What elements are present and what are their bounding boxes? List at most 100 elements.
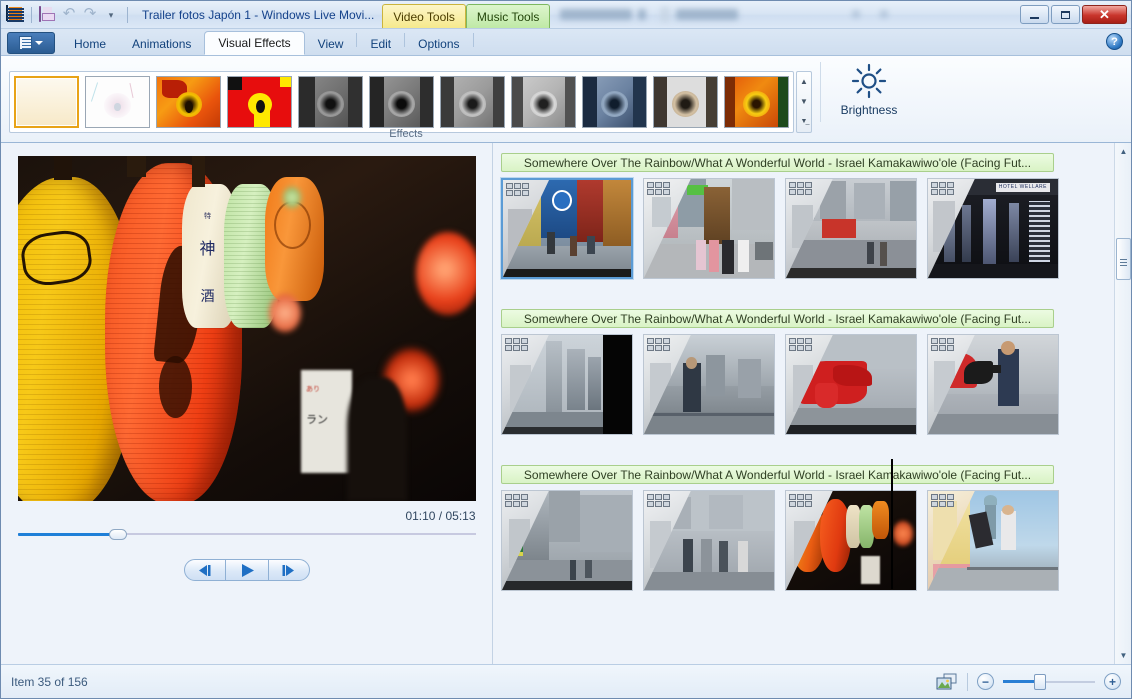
app-icon[interactable] — [6, 4, 24, 24]
preview-pane: 特 神 酒 あり ラン 01:10 / 05:13 — [1, 143, 493, 664]
tab-options[interactable]: Options — [405, 32, 472, 55]
clip-man-graffiti-wall[interactable] — [927, 334, 1059, 435]
zoom-in-button[interactable]: + — [1104, 673, 1121, 690]
minimize-button[interactable] — [1020, 5, 1049, 24]
next-frame-button[interactable] — [267, 559, 310, 581]
thumbnail-view-icon[interactable] — [936, 673, 958, 691]
effects-gallery — [9, 70, 794, 133]
maximize-button[interactable] — [1051, 5, 1080, 24]
tab-visual-effects[interactable]: Visual Effects — [204, 31, 305, 55]
clip-thumbnail-icons — [931, 494, 954, 507]
clip-thumbnail-icons — [647, 494, 670, 507]
clip-strip: HOTEL WELLARE — [501, 178, 1131, 279]
file-menu-icon — [19, 36, 32, 50]
scroll-down-icon[interactable]: ▼ — [1115, 647, 1131, 664]
gallery-scroll-up-icon[interactable]: ▲ — [800, 77, 808, 86]
music-track-label[interactable]: Somewhere Over The Rainbow/What A Wonder… — [501, 153, 1054, 172]
undo-icon[interactable]: ↶ — [60, 5, 78, 24]
quick-access-toolbar: ↶ ↷ ▾ — [1, 4, 132, 24]
gallery-more-icon[interactable]: ▼̲ — [801, 118, 808, 125]
playhead-indicator[interactable] — [891, 459, 893, 589]
clip-thumbnail-icons — [505, 338, 528, 351]
movie-maker-window: ↶ ↷ ▾ Trailer fotos Japón 1 - Windows Li… — [0, 0, 1132, 699]
effect-sepia[interactable] — [653, 75, 718, 128]
customize-qat-icon[interactable]: ▾ — [102, 6, 120, 24]
status-bar-right: − + — [936, 672, 1121, 691]
gallery-scroll-down-icon[interactable]: ▼ — [800, 97, 808, 106]
transport-controls — [183, 559, 310, 581]
time-display: 01:10 / 05:13 — [405, 509, 476, 523]
tab-divider-3 — [472, 33, 474, 47]
effect-no-effect[interactable] — [14, 75, 79, 128]
tab-home[interactable]: Home — [61, 32, 119, 55]
clip-thumbnail-icons — [931, 182, 954, 195]
effect-orange-tone[interactable] — [724, 75, 789, 128]
clip-red-sculpture[interactable] — [785, 334, 917, 435]
zoom-slider[interactable] — [1003, 673, 1095, 690]
effect-grayscale-bright[interactable] — [511, 75, 576, 128]
previous-frame-button[interactable] — [183, 559, 226, 581]
music-track-label[interactable]: Somewhere Over The Rainbow/What A Wonder… — [501, 309, 1054, 328]
effect-black-white-contrast[interactable] — [369, 75, 434, 128]
clip-crowd-walking[interactable] — [643, 490, 775, 591]
file-menu-button[interactable] — [7, 32, 55, 54]
clip-shopping-street[interactable] — [643, 178, 775, 279]
title-bar: ↶ ↷ ▾ Trailer fotos Japón 1 - Windows Li… — [1, 1, 1131, 29]
help-icon[interactable]: ? — [1106, 33, 1123, 50]
contextual-tab-video-tools[interactable]: Video Tools — [382, 4, 466, 28]
storyboard-row: Somewhere Over The Rainbow/What A Wonder… — [501, 153, 1131, 279]
storyboard-scrollbar[interactable]: ▲ ▼ — [1114, 143, 1131, 664]
clip-strip — [501, 334, 1131, 435]
play-button[interactable] — [225, 559, 268, 581]
clip-thumbnail-icons — [789, 494, 812, 507]
tab-animations[interactable]: Animations — [119, 32, 204, 55]
storyboard-pane[interactable]: Somewhere Over The Rainbow/What A Wonder… — [493, 143, 1131, 664]
qat-divider — [31, 6, 32, 23]
seek-progress — [17, 532, 119, 536]
brightness-icon — [850, 62, 888, 100]
effect-white-fade[interactable] — [85, 75, 150, 128]
save-icon[interactable] — [39, 5, 57, 24]
item-count-label: Item 35 of 156 — [11, 674, 88, 689]
zoom-slider-thumb[interactable] — [1033, 673, 1046, 690]
scrollbar-grip-icon — [1120, 258, 1127, 260]
effects-group-label: Effects — [389, 128, 423, 140]
effect-cyan-tone[interactable] — [582, 75, 647, 128]
effect-warm-saturate[interactable] — [156, 75, 221, 128]
clip-tower-skyline[interactable] — [501, 334, 633, 435]
seek-bar[interactable] — [17, 527, 476, 541]
redo-icon[interactable]: ↷ — [81, 5, 99, 24]
contextual-tab-music-tools[interactable]: Music Tools — [465, 4, 551, 28]
video-preview[interactable]: 特 神 酒 あり ラン — [17, 156, 476, 501]
clip-man-on-bridge[interactable] — [643, 334, 775, 435]
clip-red-lanterns[interactable] — [785, 490, 917, 591]
tab-view[interactable]: View — [305, 32, 357, 55]
main-area: 特 神 酒 あり ラン 01:10 / 05:13 Somewhere Over… — [1, 143, 1131, 664]
gallery-scrollbar[interactable]: ▲ ▼ ▼̲ — [796, 70, 812, 133]
seek-thumb[interactable] — [109, 528, 128, 540]
clip-street-signs[interactable] — [501, 178, 633, 279]
brightness-button[interactable]: Brightness — [827, 56, 911, 142]
zoom-out-button[interactable]: − — [977, 673, 994, 690]
tab-edit[interactable]: Edit — [357, 32, 404, 55]
clip-crossing-red-bus[interactable] — [785, 178, 917, 279]
storyboard-row: Somewhere Over The Rainbow/What A Wonder… — [501, 309, 1131, 435]
status-divider — [967, 672, 968, 691]
effect-grayscale-soft[interactable] — [440, 75, 505, 128]
ribbon-panel: ▲ ▼ ▼̲ Brightness Effects — [1, 56, 1131, 143]
music-track-label[interactable]: Somewhere Over The Rainbow/What A Wonder… — [501, 465, 1054, 484]
ribbon-group-divider — [820, 62, 821, 122]
clip-hotel-sign-night[interactable]: HOTEL WELLARE — [927, 178, 1059, 279]
scrollbar-thumb[interactable] — [1116, 238, 1131, 280]
close-button[interactable]: ✕ — [1082, 5, 1127, 24]
ribbon-tab-bar: Home Animations Visual Effects View Edit… — [1, 29, 1131, 56]
effect-black-white[interactable] — [298, 75, 363, 128]
preview-frame-lanterns: 特 神 酒 あり ラン — [17, 156, 476, 501]
effect-posterize[interactable] — [227, 75, 292, 128]
clip-jumping-people[interactable] — [927, 490, 1059, 591]
clip-city-street-day[interactable] — [501, 490, 633, 591]
obscured-window-region — [550, 1, 1020, 29]
clip-thumbnail-icons — [931, 338, 954, 351]
clip-thumbnail-icons — [789, 338, 812, 351]
scroll-up-icon[interactable]: ▲ — [1115, 143, 1131, 160]
